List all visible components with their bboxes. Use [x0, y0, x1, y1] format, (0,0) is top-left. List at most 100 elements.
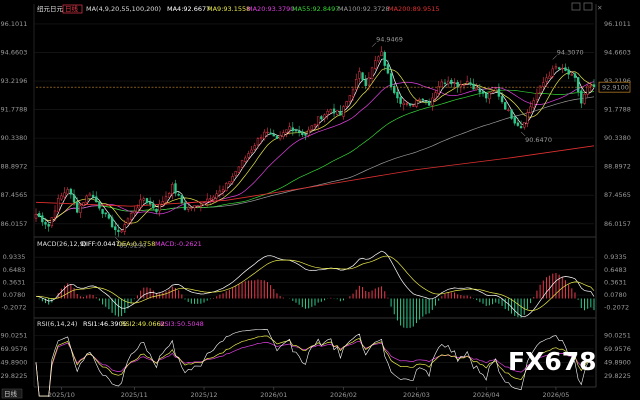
x-tick-label: 2025/11 [121, 391, 148, 399]
candle [174, 183, 177, 194]
x-tick-label: 2026/01 [260, 391, 287, 399]
ma20-value: MA20:93.3790 [247, 5, 294, 13]
candle [269, 132, 272, 135]
candle [424, 100, 428, 103]
candle [136, 207, 139, 213]
candle [342, 106, 345, 117]
candle [155, 208, 158, 213]
period-switch-label[interactable]: 日线 [4, 389, 18, 398]
candle [69, 188, 73, 195]
macd-axis-left-tick: 0.9335 [3, 253, 26, 261]
candle [120, 230, 123, 233]
candle [288, 126, 291, 131]
candle [345, 101, 348, 107]
price-axis-right-tick: 91.7788 [604, 106, 631, 114]
candle [402, 102, 405, 105]
candle [386, 64, 390, 74]
candle [278, 135, 282, 140]
price-axis-right-tick: 90.3380 [604, 134, 631, 142]
candle [47, 224, 50, 227]
candle [383, 52, 386, 66]
candle [320, 116, 323, 120]
price-axis-left-tick: 91.7788 [1, 106, 28, 114]
candle [50, 217, 54, 227]
candle [478, 88, 482, 93]
rsi-axis-left-tick: 90.0251 [1, 331, 28, 339]
candle [256, 138, 260, 146]
candle [247, 153, 250, 158]
symbol-label: 纽元日元 [37, 4, 64, 13]
price-legend: 纽元日元 日线 MA(4,9,20,55,100,200) MA4:92.667… [37, 4, 440, 14]
candle [440, 81, 444, 88]
candle [34, 213, 38, 219]
candle [415, 100, 418, 107]
close-icon[interactable]: ✕ [597, 4, 602, 12]
candle [504, 102, 507, 110]
ma9-value: MA9:93.1558 [207, 5, 250, 13]
macd-axis-right-tick: 0.0780 [604, 291, 627, 299]
annotation-label: 94.9469 [376, 36, 403, 44]
candle [329, 109, 333, 113]
candle [250, 149, 253, 153]
x-tick-label: 2026/02 [330, 391, 357, 399]
annotation-label: 90.6470 [525, 136, 552, 144]
candle [535, 92, 539, 101]
candle [164, 196, 168, 203]
candle [158, 203, 161, 212]
candle [557, 67, 561, 70]
ma4-value: MA4:92.6677 [167, 5, 210, 13]
candle [554, 66, 558, 69]
rsi3-value: RSI3:50.5048 [160, 320, 204, 328]
candle [380, 51, 383, 57]
candle [231, 176, 234, 183]
candle [427, 101, 431, 106]
candle [129, 213, 133, 220]
candle [335, 110, 339, 115]
candle [399, 97, 402, 104]
candle [66, 189, 69, 195]
candle [459, 84, 463, 88]
candle [307, 129, 310, 136]
candle [145, 198, 149, 203]
candle [592, 84, 596, 88]
candle [377, 56, 380, 62]
candle [183, 202, 187, 210]
candle [301, 131, 304, 135]
macd-axis-left-tick: 0.0780 [3, 291, 26, 299]
candle [225, 183, 228, 192]
candle [44, 222, 47, 225]
candle [234, 171, 237, 176]
candle [196, 205, 199, 207]
candle [272, 133, 275, 137]
candle [446, 80, 450, 85]
candle [412, 105, 415, 107]
price-axis-left-tick: 93.2196 [1, 77, 28, 85]
macd-axis-left-tick: 0.6483 [3, 266, 26, 274]
candle [310, 125, 314, 130]
macd-params: MACD(26,12,9) [37, 240, 86, 248]
x-tick-label: 2026/04 [473, 391, 500, 399]
rsi-axis-right-tick: 69.9576 [604, 345, 631, 353]
candle [282, 132, 285, 137]
candle [348, 95, 352, 102]
annotation-label: 85.3290 [119, 241, 146, 249]
candle [548, 75, 551, 79]
candle [456, 81, 459, 88]
candle [465, 81, 469, 84]
candle [564, 67, 567, 71]
candle [485, 92, 488, 99]
price-axis-right-tick: 96.1011 [604, 20, 631, 28]
x-tick-label: 2025/10 [48, 391, 75, 399]
candle [53, 210, 57, 218]
candle [367, 77, 371, 86]
period-label: 日线 [65, 4, 79, 13]
candle [405, 103, 409, 105]
price-axis-left-tick: 96.1011 [1, 20, 28, 28]
ma-params: MA(4,9,20,55,100,200) [86, 5, 161, 13]
candle [491, 90, 494, 93]
candle [142, 198, 145, 201]
candle [450, 79, 453, 85]
candle [358, 71, 361, 79]
candle [285, 129, 288, 133]
candle [589, 84, 593, 87]
